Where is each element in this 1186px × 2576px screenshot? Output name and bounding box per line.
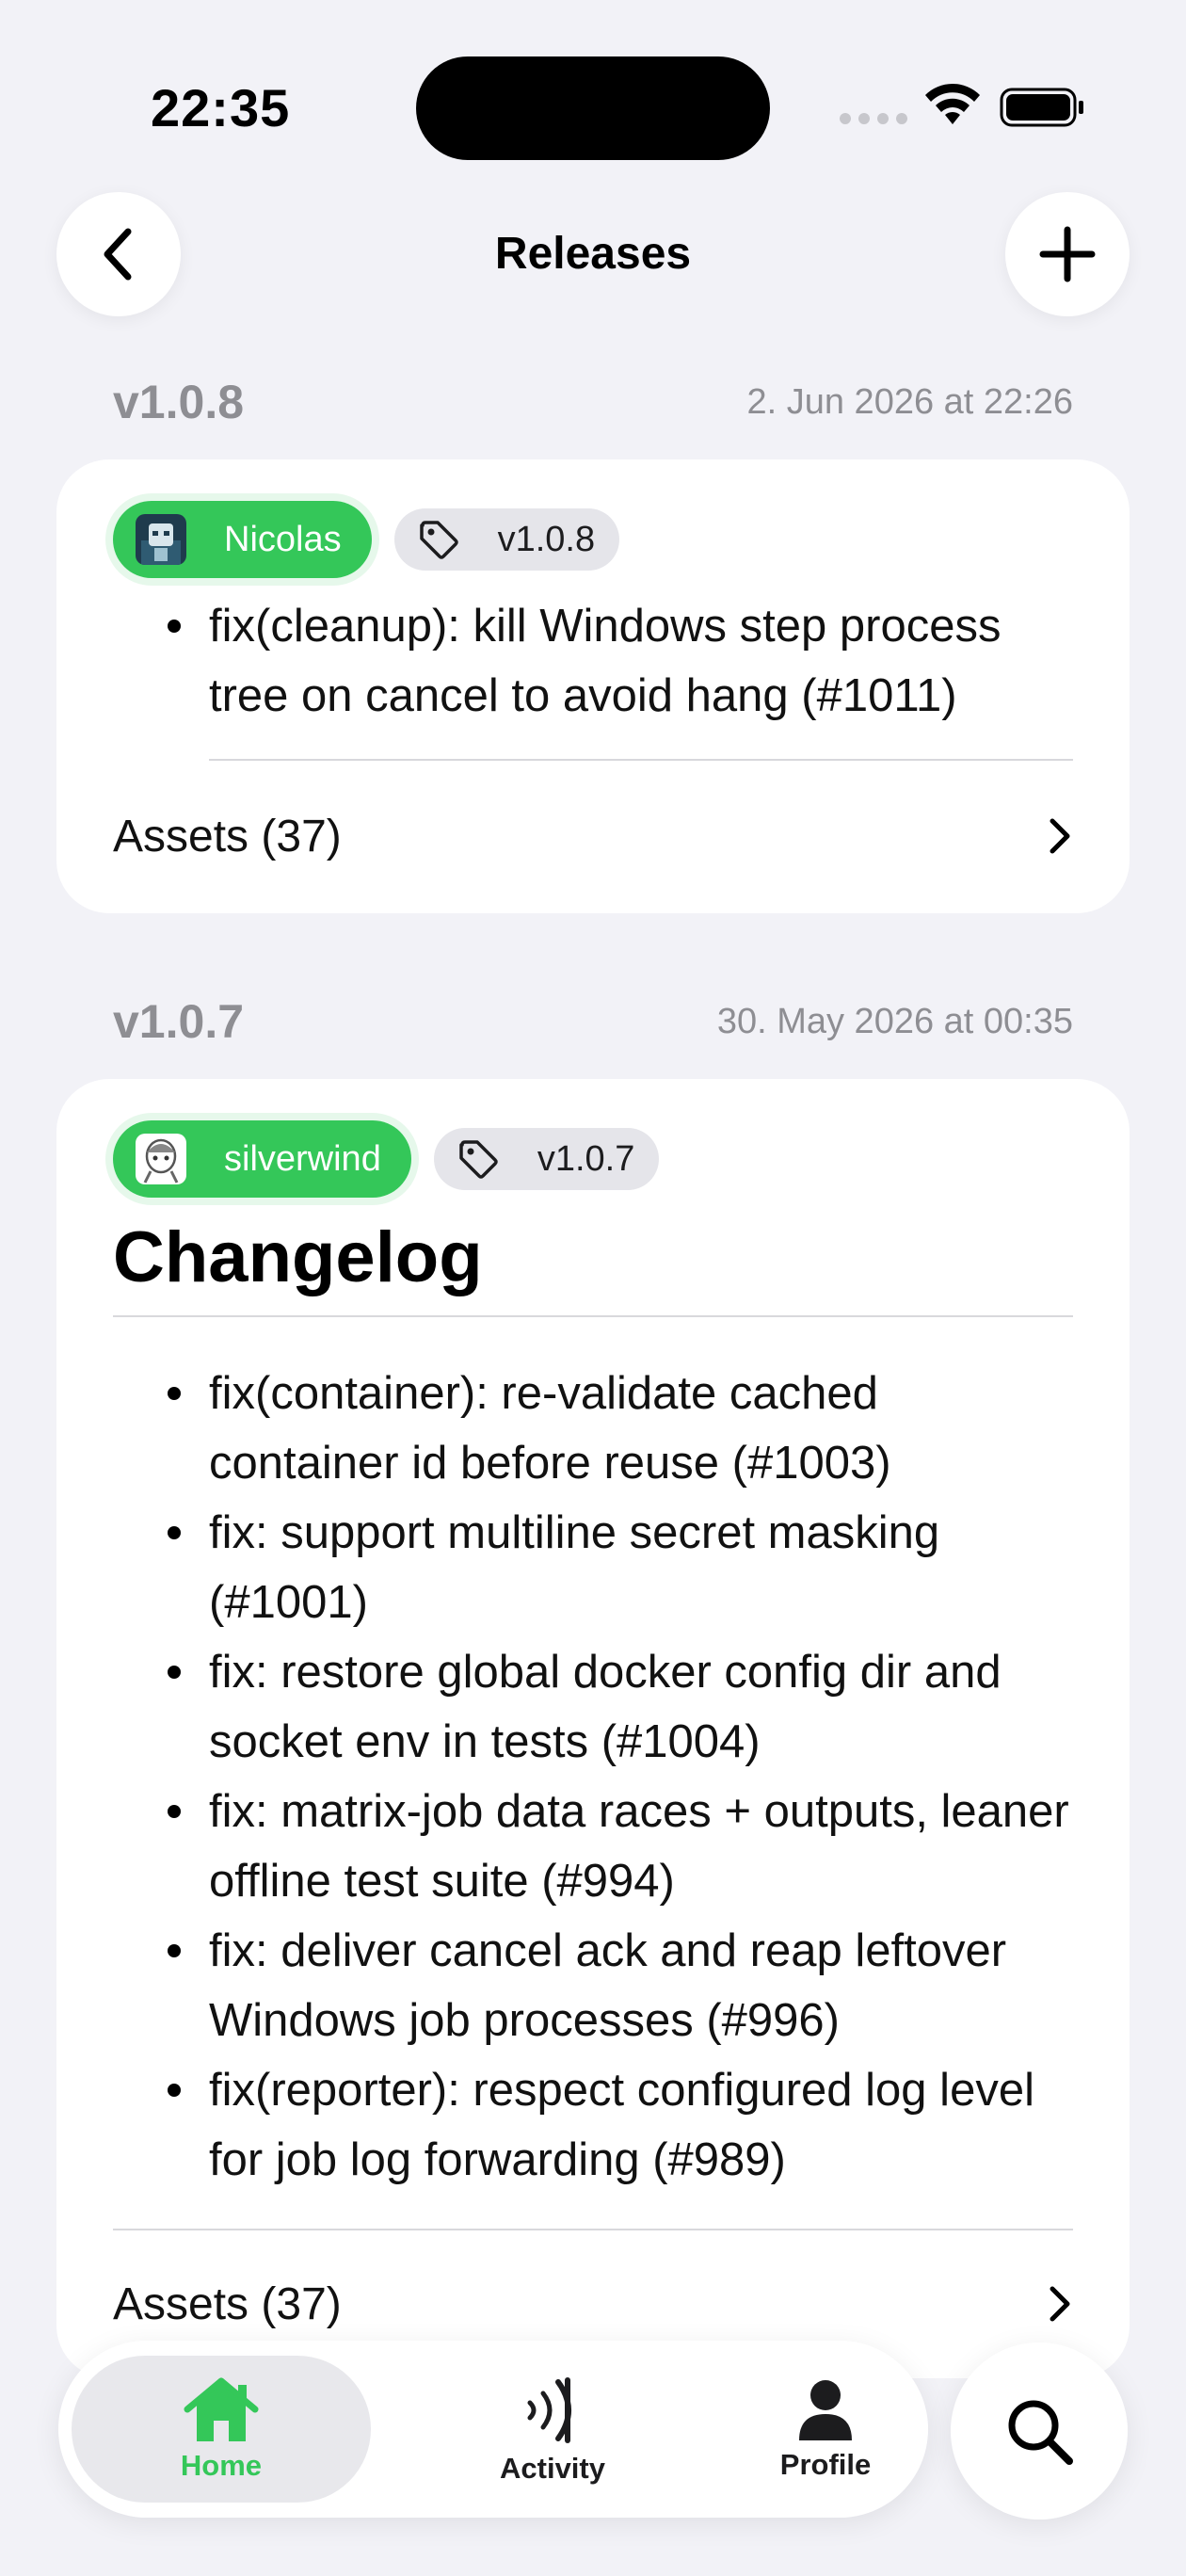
activity-icon (527, 2377, 571, 2443)
add-release-button[interactable] (1005, 192, 1130, 316)
author-name: Nicolas (224, 519, 342, 559)
tab-label: Home (180, 2449, 263, 2482)
dynamic-island (416, 56, 770, 160)
list-item: fix: deliver cancel ack and reap leftove… (113, 1916, 1073, 2055)
list-item: fix(reporter): respect configured log le… (113, 2055, 1073, 2195)
release-notes: fix(container): re-validate cached conta… (113, 1359, 1073, 2195)
tag-chip[interactable]: v1.0.8 (393, 508, 620, 571)
assets-row[interactable]: Assets (37) (113, 761, 1073, 911)
list-item: fix(container): re-validate cached conta… (113, 1359, 1073, 1498)
release-card: silverwind v1.0.7 Changelog fix(containe… (56, 1079, 1130, 2378)
tag-label: v1.0.8 (497, 519, 596, 559)
magnifier-icon (1008, 2400, 1073, 2465)
release-chips: Nicolas v1.0.8 (113, 501, 1073, 578)
tab-label: Activity (500, 2452, 605, 2485)
plus-icon (1039, 226, 1096, 282)
release-chips: silverwind v1.0.7 (113, 1120, 1073, 1198)
tab-bar: Home Activity Profile (58, 2341, 928, 2518)
author-chip[interactable]: Nicolas (113, 501, 372, 578)
chevron-right-icon (1050, 2286, 1070, 2322)
search-button[interactable] (951, 2343, 1128, 2520)
author-name: silverwind (224, 1138, 381, 1179)
tab-profile[interactable]: Profile (680, 2356, 971, 2503)
changelog-heading: Changelog (113, 1217, 483, 1297)
avatar (136, 1134, 186, 1184)
battery-icon (1000, 88, 1083, 127)
release-header: v1.0.8 2. Jun 2026 at 22:26 (113, 375, 1073, 429)
release-card: Nicolas v1.0.8 fix(cleanup): kill Window… (56, 459, 1130, 913)
person-icon (799, 2380, 852, 2440)
tab-activity[interactable]: Activity (407, 2356, 698, 2503)
chevron-right-icon (1050, 818, 1070, 854)
wifi-icon (925, 83, 980, 124)
assets-label: Assets (37) (113, 811, 342, 861)
list-item: fix: restore global docker config dir an… (113, 1637, 1073, 1777)
tag-icon (459, 1140, 498, 1179)
divider (113, 1315, 1073, 1317)
list-item: fix: support multiline secret masking (#… (113, 1498, 1073, 1637)
release-date: 30. May 2026 at 00:35 (716, 1001, 1073, 1041)
tab-label: Profile (779, 2448, 872, 2481)
status-time: 22:35 (151, 78, 291, 137)
tag-chip[interactable]: v1.0.7 (433, 1128, 660, 1190)
author-chip[interactable]: silverwind (113, 1120, 411, 1198)
avatar (136, 514, 186, 565)
release-version: v1.0.8 (113, 376, 245, 428)
tag-label: v1.0.7 (537, 1138, 635, 1179)
assets-label: Assets (37) (113, 2278, 342, 2329)
release-notes: fix(cleanup): kill Windows step process … (113, 591, 1073, 731)
release-date: 2. Jun 2026 at 22:26 (746, 381, 1073, 422)
cellular-signal-icon (840, 113, 907, 124)
house-icon (184, 2377, 259, 2441)
list-item: fix(cleanup): kill Windows step process … (113, 591, 1073, 731)
release-version: v1.0.7 (113, 995, 245, 1048)
tab-home[interactable]: Home (72, 2356, 371, 2503)
tag-icon (419, 521, 458, 559)
list-item: fix: matrix-job data races + outputs, le… (113, 1777, 1073, 1916)
release-header: v1.0.7 30. May 2026 at 00:35 (113, 994, 1073, 1049)
